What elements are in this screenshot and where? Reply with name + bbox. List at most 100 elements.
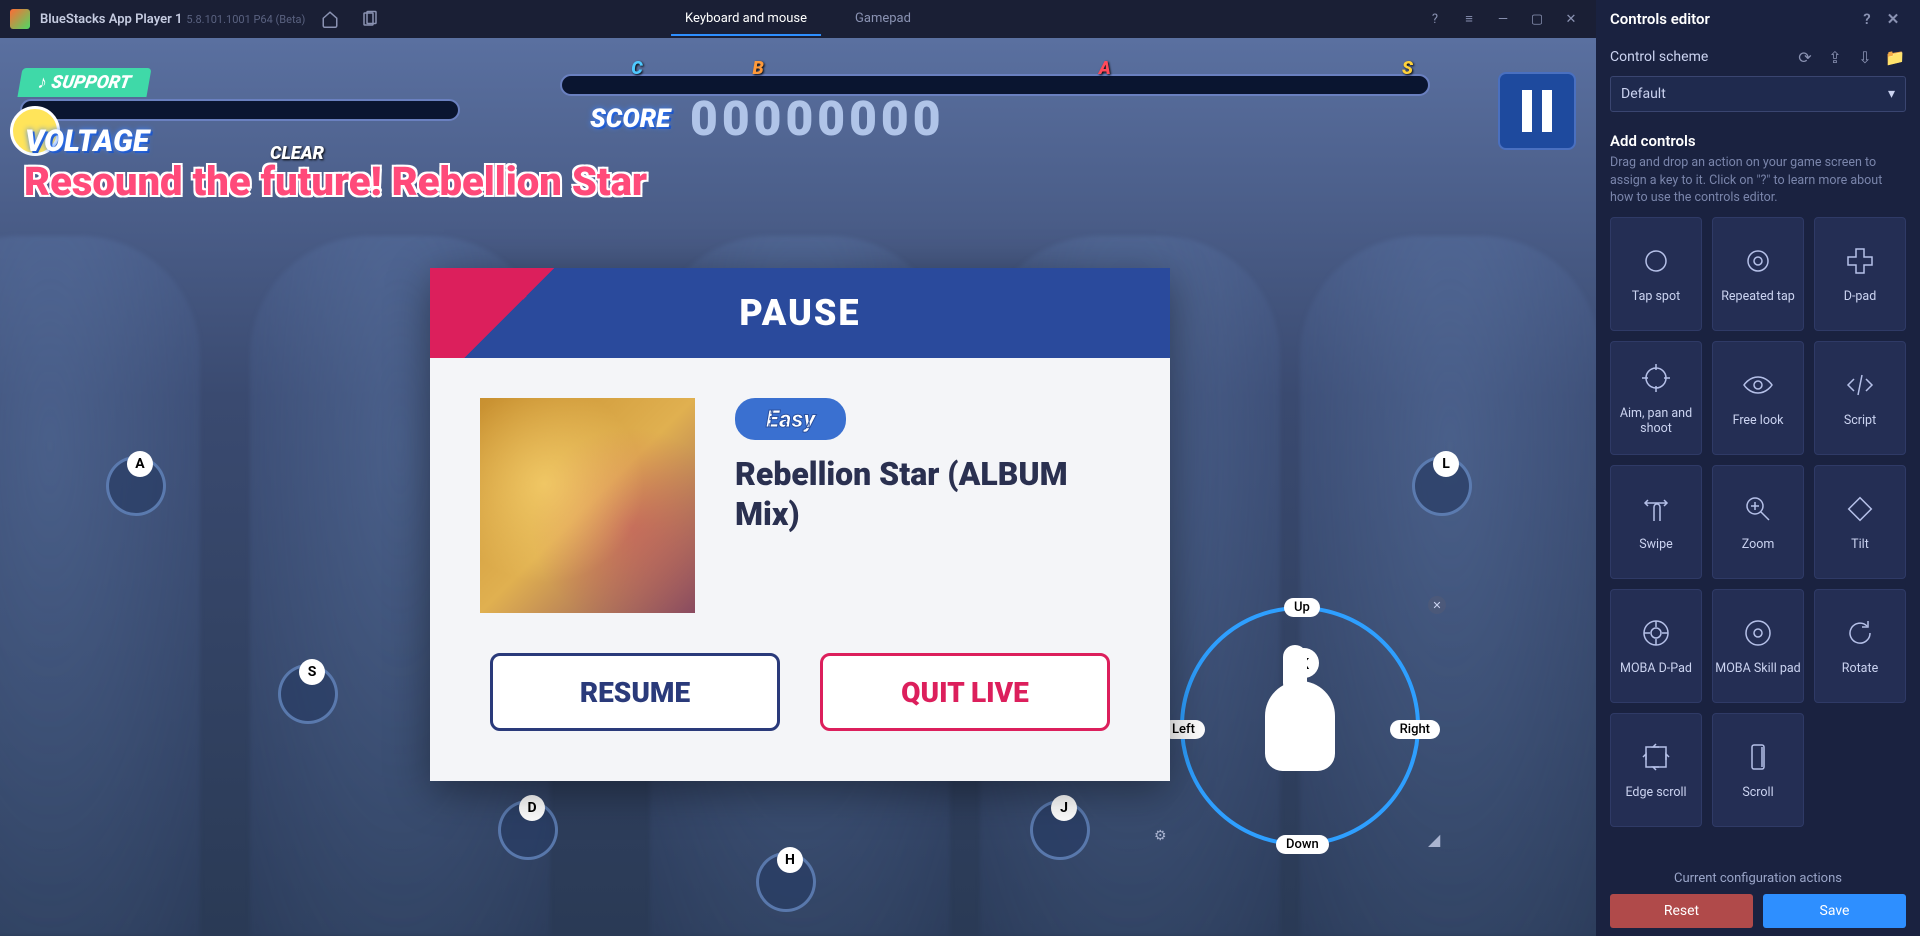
swipe-dir-up[interactable]: Up bbox=[1284, 598, 1320, 617]
recent-apps-button[interactable] bbox=[355, 4, 385, 34]
reset-button[interactable]: Reset bbox=[1610, 894, 1753, 928]
swipe-dir-right[interactable]: Right bbox=[1390, 720, 1440, 739]
pause-dialog: PAUSE Easy Rebellion Star (ALBUM Mix) RE… bbox=[430, 268, 1170, 781]
swipe-close-button[interactable]: ✕ bbox=[1428, 596, 1446, 614]
tap-key-label: J bbox=[1051, 795, 1077, 821]
home-button[interactable] bbox=[315, 4, 345, 34]
dpad-icon bbox=[1842, 243, 1878, 279]
help-icon[interactable]: ? bbox=[1420, 4, 1450, 34]
tab-gamepad[interactable]: Gamepad bbox=[841, 3, 925, 36]
tap-spot-control[interactable]: H bbox=[756, 852, 816, 912]
control-label: D-pad bbox=[1844, 289, 1877, 304]
album-cover bbox=[480, 398, 695, 613]
score-label: SCORE bbox=[590, 104, 670, 134]
swipe-control[interactable]: ✕ ⚙ ◢ K ← → Up Down Left Right bbox=[1180, 606, 1420, 846]
control-zoom[interactable]: Zoom bbox=[1712, 465, 1804, 579]
control-tap-spot[interactable]: Tap spot bbox=[1610, 217, 1702, 331]
control-label: Tilt bbox=[1851, 537, 1869, 552]
editor-help-icon[interactable]: ? bbox=[1854, 6, 1880, 32]
close-button[interactable]: ✕ bbox=[1556, 4, 1586, 34]
control-label: MOBA Skill pad bbox=[1715, 661, 1800, 676]
tap-key-label: L bbox=[1433, 451, 1459, 477]
control-rotate[interactable]: Rotate bbox=[1814, 589, 1906, 703]
control-script[interactable]: Script bbox=[1814, 341, 1906, 455]
tap-spot-control[interactable]: L bbox=[1412, 456, 1472, 516]
swipe-settings-icon[interactable]: ⚙ bbox=[1154, 828, 1172, 846]
tap-spot-control[interactable]: D bbox=[498, 800, 558, 860]
tap-spot-control[interactable]: S bbox=[278, 664, 338, 724]
control-label: Scroll bbox=[1742, 785, 1773, 800]
scheme-label: Control scheme bbox=[1610, 49, 1786, 65]
control-moba-dpad[interactable]: MOBA D-Pad bbox=[1610, 589, 1702, 703]
add-controls-heading: Add controls bbox=[1596, 122, 1920, 154]
control-label: MOBA D-Pad bbox=[1620, 661, 1692, 676]
tap-spot-control[interactable]: J bbox=[1030, 800, 1090, 860]
tap-spot-control[interactable]: A bbox=[106, 456, 166, 516]
window-controls: ? ≡ — ▢ ✕ bbox=[1420, 4, 1596, 34]
edge-scroll-icon bbox=[1638, 739, 1674, 775]
rank-a-marker: A bbox=[1099, 58, 1111, 79]
config-actions-label: Current configuration actions bbox=[1610, 871, 1906, 894]
pause-button[interactable] bbox=[1498, 72, 1576, 150]
input-mode-tabs: Keyboard and mouse Gamepad bbox=[671, 3, 925, 36]
tab-keyboard-mouse[interactable]: Keyboard and mouse bbox=[671, 3, 821, 36]
control-edge-scroll[interactable]: Edge scroll bbox=[1610, 713, 1702, 827]
support-badge: ♪ SUPPORT bbox=[17, 68, 151, 97]
crosshair-icon bbox=[1638, 360, 1674, 396]
quit-live-button[interactable]: QUIT LIVE bbox=[820, 653, 1110, 731]
controls-palette: Tap spot Repeated tap D-pad Aim, pan and… bbox=[1596, 217, 1920, 827]
scheme-export-icon[interactable]: ⇪ bbox=[1824, 46, 1846, 68]
chevron-down-icon: ▾ bbox=[1888, 86, 1895, 102]
app-version: 5.8.101.1001 P64 (Beta) bbox=[186, 13, 305, 26]
control-repeated-tap[interactable]: Repeated tap bbox=[1712, 217, 1804, 331]
moba-dpad-icon bbox=[1638, 615, 1674, 651]
save-button[interactable]: Save bbox=[1763, 894, 1906, 928]
scheme-selected-value: Default bbox=[1621, 86, 1666, 102]
pause-dialog-title: PAUSE bbox=[430, 268, 1170, 358]
rotate-icon bbox=[1842, 615, 1878, 651]
control-dpad[interactable]: D-pad bbox=[1814, 217, 1906, 331]
maximize-button[interactable]: ▢ bbox=[1522, 4, 1552, 34]
game-viewport: ♪ SUPPORT VOLTAGE CLEAR C B A S SCORE 00… bbox=[0, 38, 1596, 936]
control-free-look[interactable]: Free look bbox=[1712, 341, 1804, 455]
swipe-hand-icon bbox=[1265, 681, 1335, 771]
script-icon bbox=[1842, 367, 1878, 403]
scheme-import-icon[interactable]: ⇩ bbox=[1854, 46, 1876, 68]
control-label: Repeated tap bbox=[1721, 289, 1795, 304]
resume-button[interactable]: RESUME bbox=[490, 653, 780, 731]
eye-icon bbox=[1740, 367, 1776, 403]
scheme-select[interactable]: Default ▾ bbox=[1610, 76, 1906, 112]
control-swipe[interactable]: Swipe bbox=[1610, 465, 1702, 579]
titlebar: BlueStacks App Player 1 5.8.101.1001 P64… bbox=[0, 0, 1596, 38]
character-art bbox=[0, 236, 200, 936]
control-label: Rotate bbox=[1842, 661, 1878, 676]
rank-c-marker: C bbox=[631, 58, 642, 79]
editor-title: Controls editor bbox=[1610, 10, 1710, 28]
swipe-icon bbox=[1638, 491, 1674, 527]
swipe-dir-down[interactable]: Down bbox=[1276, 835, 1329, 854]
control-label: Zoom bbox=[1742, 537, 1775, 552]
controls-editor-panel: Controls editor ? ✕ Control scheme ⟳ ⇪ ⇩… bbox=[1596, 0, 1920, 936]
minimize-button[interactable]: — bbox=[1488, 4, 1518, 34]
voltage-hud: ♪ SUPPORT VOLTAGE CLEAR bbox=[20, 68, 460, 121]
control-tilt[interactable]: Tilt bbox=[1814, 465, 1906, 579]
swipe-resize-handle[interactable]: ◢ bbox=[1428, 830, 1444, 846]
rank-b-marker: B bbox=[753, 58, 764, 79]
tilt-icon bbox=[1842, 491, 1878, 527]
editor-close-button[interactable]: ✕ bbox=[1880, 6, 1906, 32]
scheme-open-folder-icon[interactable]: 📁 bbox=[1884, 46, 1906, 68]
menu-icon[interactable]: ≡ bbox=[1454, 4, 1484, 34]
tap-key-label: D bbox=[519, 795, 545, 821]
control-label: Tap spot bbox=[1632, 289, 1680, 304]
control-aim-pan-shoot[interactable]: Aim, pan and shoot bbox=[1610, 341, 1702, 455]
song-title-overlay: Resound the future! Rebellion Star bbox=[24, 158, 647, 205]
difficulty-badge: Easy bbox=[735, 398, 846, 440]
tap-spot-icon bbox=[1638, 243, 1674, 279]
tap-key-label: S bbox=[299, 659, 325, 685]
scheme-refresh-icon[interactable]: ⟳ bbox=[1794, 46, 1816, 68]
control-moba-skill-pad[interactable]: MOBA Skill pad bbox=[1712, 589, 1804, 703]
control-scroll[interactable]: Scroll bbox=[1712, 713, 1804, 827]
control-label: Free look bbox=[1733, 413, 1784, 428]
voltage-label: VOLTAGE bbox=[25, 124, 149, 159]
scroll-icon bbox=[1740, 739, 1776, 775]
